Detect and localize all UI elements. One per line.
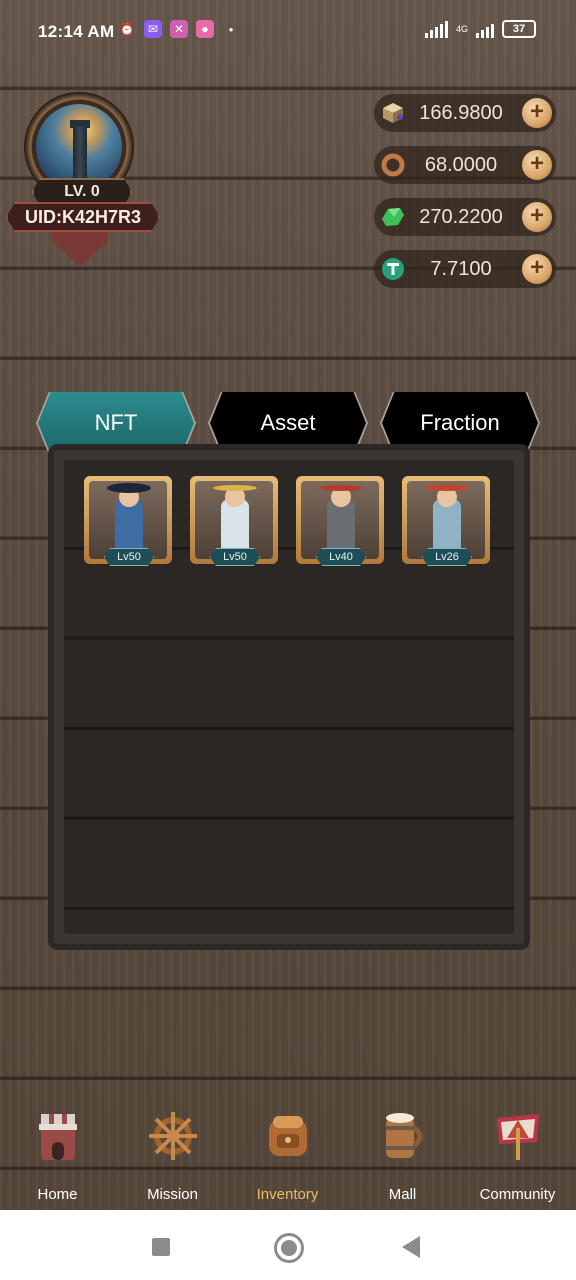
nft-card[interactable]: Lv50 [84, 476, 172, 566]
currency-gem: 270.2200 + [374, 198, 556, 236]
status-time: 12:14 AM [38, 22, 115, 41]
currency-usdt: 7.7100 + [374, 250, 556, 288]
network-type: 4G [455, 23, 468, 34]
nav-label: Mall [388, 1186, 417, 1203]
tower-icon [33, 1108, 83, 1164]
status-bar: 12:14 AM ⏰ ✉ ✕ ● ● 4G 37 [0, 0, 576, 64]
nav-mission[interactable]: Mission [115, 1100, 230, 1210]
back-button[interactable] [402, 1236, 420, 1258]
character-portrait [407, 481, 485, 559]
inventory-grid[interactable]: Lv50 Lv50 Lv40 Lv26 [64, 460, 514, 934]
currency-value: 166.9800 [419, 102, 503, 124]
system-navigation-bar [0, 1210, 576, 1280]
alarm-icon: ⏰ [119, 22, 135, 36]
level-badge: LV. 0 [32, 178, 132, 206]
cube-icon [380, 100, 406, 126]
card-level: Lv40 [316, 548, 366, 566]
add-gem-button[interactable]: + [522, 202, 552, 232]
more-dot-icon: ● [228, 24, 234, 34]
tether-icon [380, 256, 406, 282]
nav-label: Community [479, 1186, 556, 1203]
card-level: Lv26 [422, 548, 472, 566]
character-portrait [301, 481, 379, 559]
currency-value: 270.2200 [419, 206, 503, 228]
nft-card[interactable]: Lv26 [402, 476, 490, 566]
currency-ring: 68.0000 + [374, 146, 556, 184]
barrel-mug-icon [378, 1108, 428, 1164]
nav-label: Inventory [256, 1186, 319, 1203]
status-system-icons: 4G 37 [424, 20, 536, 38]
add-ring-button[interactable]: + [522, 150, 552, 180]
signal-icon-2 [476, 20, 494, 38]
nav-mall[interactable]: Mall [345, 1100, 460, 1210]
currency-value: 68.0000 [424, 154, 498, 176]
copper-ring-icon [380, 152, 406, 178]
nav-label: Home [37, 1186, 78, 1203]
backpack-icon [263, 1108, 313, 1164]
nav-home[interactable]: Home [0, 1100, 115, 1210]
character-portrait [195, 481, 273, 559]
add-cube-button[interactable]: + [522, 98, 552, 128]
nav-inventory[interactable]: Inventory [230, 1100, 345, 1210]
messenger-icon: ✉ [144, 20, 162, 38]
avatar[interactable] [36, 104, 122, 190]
nav-community[interactable]: Community [460, 1100, 575, 1210]
banner-icon [493, 1108, 543, 1164]
uid-badge: UID:K42H7R3 [6, 202, 160, 232]
character-portrait [89, 481, 167, 559]
bottom-navigation: Home Mission Inventory Mall Community [0, 1100, 576, 1210]
ship-wheel-icon [148, 1108, 198, 1164]
inventory-panel: Lv50 Lv50 Lv40 Lv26 [54, 450, 524, 944]
tab-nft[interactable]: NFT [38, 392, 194, 454]
card-level: Lv50 [104, 548, 154, 566]
app-notification-icon: ● [196, 20, 214, 38]
x-app-icon: ✕ [170, 20, 188, 38]
battery-icon: 37 [502, 20, 536, 38]
tab-fraction[interactable]: Fraction [382, 392, 538, 454]
nft-card[interactable]: Lv40 [296, 476, 384, 566]
home-button[interactable] [274, 1233, 304, 1263]
recent-apps-button[interactable] [152, 1238, 170, 1256]
nft-card[interactable]: Lv50 [190, 476, 278, 566]
add-usdt-button[interactable]: + [522, 254, 552, 284]
currency-cube: 166.9800 + [374, 94, 556, 132]
profile-avatar-block[interactable]: LV. 0 UID:K42H7R3 [6, 92, 160, 272]
card-level: Lv50 [210, 548, 260, 566]
nav-label: Mission [147, 1186, 198, 1203]
tab-asset[interactable]: Asset [210, 392, 366, 454]
signal-icon [424, 20, 448, 38]
green-crystal-icon [380, 204, 406, 230]
status-notification-icons: ⏰ ✉ ✕ ● ● [118, 20, 240, 38]
currency-value: 7.7100 [430, 258, 492, 280]
